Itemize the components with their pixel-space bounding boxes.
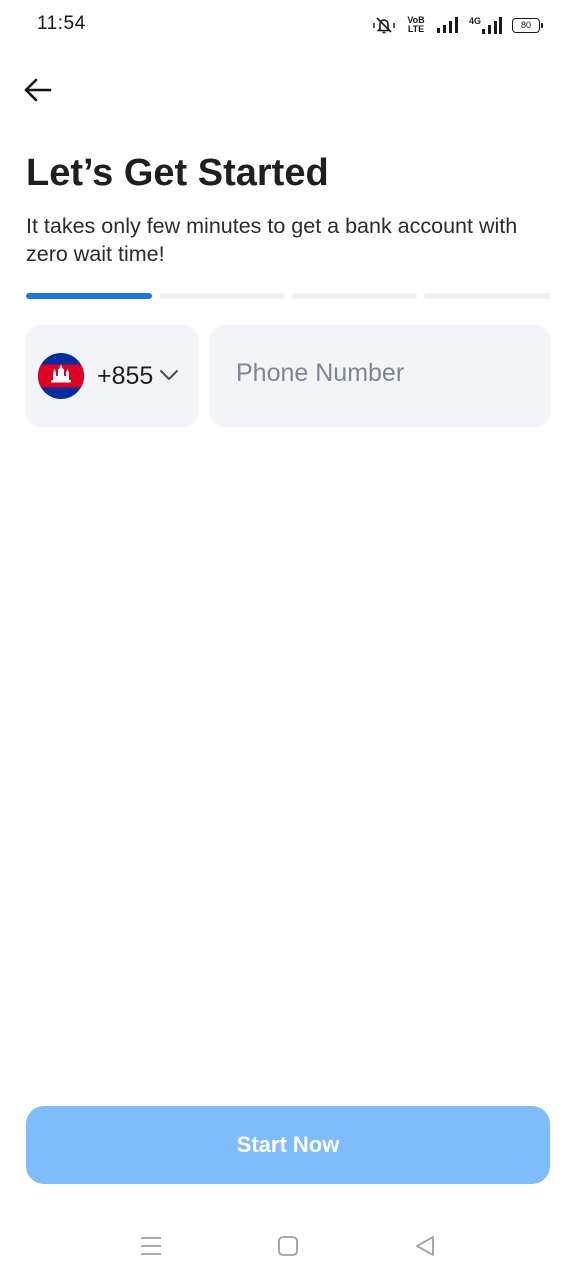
start-now-button[interactable]: Start Now	[26, 1106, 550, 1184]
system-nav-bar	[0, 1220, 576, 1270]
page-title: Let’s Get Started	[26, 152, 329, 194]
status-time: 11:54	[37, 13, 86, 34]
screen: 11:54 VoB LTE 4G 80 Let’s Get Started It…	[0, 0, 576, 1280]
chevron-down-icon	[159, 368, 179, 387]
status-icons: VoB LTE 4G 80	[372, 14, 543, 36]
country-code-picker[interactable]: +855	[26, 325, 198, 427]
arrow-left-icon	[24, 78, 52, 102]
system-back-button[interactable]	[411, 1232, 439, 1260]
status-bar: 11:54 VoB LTE 4G 80	[0, 0, 576, 50]
vibrate-mute-icon	[372, 15, 396, 35]
data-signal-icon: 4G	[468, 15, 502, 35]
progress-step-4	[424, 293, 550, 299]
recent-apps-button[interactable]	[137, 1232, 165, 1260]
progress-step-1	[26, 293, 152, 299]
back-button[interactable]	[18, 70, 58, 110]
signal-icon	[436, 16, 458, 34]
home-button[interactable]	[274, 1232, 302, 1260]
progress-indicator	[26, 293, 550, 299]
volte-bottom-label: LTE	[407, 24, 425, 34]
progress-step-3	[291, 293, 418, 299]
battery-icon: 80	[512, 17, 543, 33]
network-type-label: 4G	[469, 16, 481, 26]
page-subtitle: It takes only few minutes to get a bank …	[26, 214, 518, 266]
home-icon	[278, 1236, 298, 1256]
progress-step-2	[158, 293, 285, 299]
country-code-label: +855	[97, 361, 154, 390]
menu-icon	[141, 1237, 161, 1255]
back-triangle-icon	[416, 1236, 434, 1256]
phone-number-input[interactable]	[210, 358, 550, 388]
cambodia-flag-icon	[38, 353, 84, 399]
phone-number-field[interactable]	[210, 325, 550, 427]
volte-icon: VoB LTE	[406, 16, 426, 34]
